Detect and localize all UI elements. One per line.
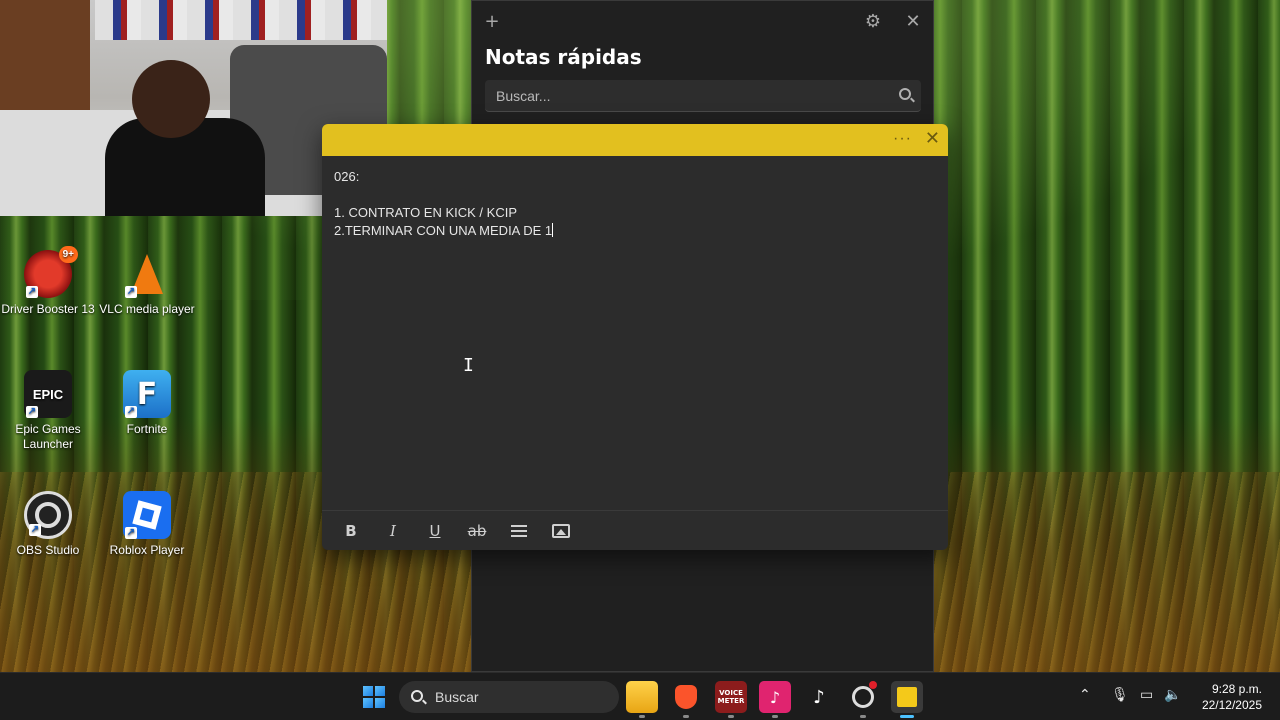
desktop-icon-epic-games[interactable]: EPIC ↗ Epic Games Launcher (0, 370, 96, 452)
vlc-cone-icon: ↗ (123, 250, 171, 298)
shortcut-arrow-icon: ↗ (125, 286, 137, 298)
obs-studio-icon: ↗ (24, 491, 72, 539)
sticky-notes-icon[interactable] (891, 681, 923, 718)
tiktok-icon[interactable]: ♪ (803, 681, 835, 713)
desktop-icon-label: VLC media player (99, 302, 195, 316)
webcam-shelf (95, 0, 387, 40)
taskbar-search-label: Buscar (435, 689, 479, 705)
clock[interactable]: 9:28 p.m. 22/12/2025 (1202, 681, 1262, 713)
taskbar: Buscar VOICE METER ♪ ♪ ⌃ 🎙 ▭ 🔈 9:28 p.m.… (0, 672, 1280, 720)
image-icon[interactable] (540, 515, 582, 547)
underline-icon[interactable]: U (414, 515, 456, 547)
note-header-bar[interactable]: ··· ✕ (322, 124, 948, 156)
chevron-up-icon[interactable]: ⌃ (1079, 687, 1091, 703)
note-text-area[interactable]: 026: 1. CONTRATO EN KICK / KCIP 2.TERMIN… (334, 168, 554, 240)
desktop-icon-fortnite[interactable]: F ↗ Fortnite (99, 370, 195, 437)
windows-start-icon[interactable] (358, 681, 390, 713)
close-icon[interactable]: ✕ (925, 128, 940, 149)
fortnite-logo-letter: F (136, 376, 158, 412)
file-explorer-icon[interactable] (626, 681, 658, 718)
bold-icon[interactable]: B (330, 515, 372, 547)
shortcut-arrow-icon: ↗ (29, 524, 41, 536)
fortnite-icon: F ↗ (123, 370, 171, 418)
sticky-note-editor[interactable]: ··· ✕ 026: 1. CONTRATO EN KICK / KCIP 2.… (322, 124, 948, 550)
taskbar-search-box[interactable]: Buscar (399, 681, 619, 713)
plus-icon[interactable]: + (480, 9, 504, 33)
webcam-door (0, 0, 90, 110)
roblox-icon: ↗ (123, 491, 171, 539)
desktop-icon-label: Roblox Player (109, 543, 185, 557)
voicemeeter-icon[interactable]: VOICE METER (715, 681, 747, 718)
epic-games-logo-text: EPIC (32, 386, 64, 402)
shortcut-arrow-icon: ↗ (125, 527, 137, 539)
desktop-icon-roblox[interactable]: ↗ Roblox Player (99, 491, 195, 558)
more-options-icon[interactable]: ··· (893, 130, 912, 148)
volume-icon[interactable]: 🔈 (1164, 687, 1181, 703)
note-line (334, 186, 553, 204)
voicemeeter-logo-text: VOICE METER (717, 689, 745, 705)
webcam-person-head (132, 60, 210, 138)
notes-search-input[interactable]: Buscar... (485, 80, 921, 112)
notes-list-title: Notas rápidas (485, 45, 642, 69)
notification-badge: 9+ (58, 246, 78, 263)
text-cursor-icon: I (463, 355, 474, 376)
obs-icon[interactable] (847, 681, 879, 718)
desktop-icon-label: Driver Booster 13 (1, 302, 95, 316)
shortcut-arrow-icon: ↗ (26, 406, 38, 418)
close-icon[interactable]: ✕ (901, 9, 925, 33)
search-icon (411, 690, 423, 702)
text-caret (552, 223, 554, 237)
search-icon[interactable] (899, 88, 911, 100)
clock-date: 22/12/2025 (1201, 698, 1262, 712)
driver-booster-icon: 9+ ↗ (24, 246, 78, 298)
clock-time: 9:28 p.m. (1211, 682, 1262, 696)
brave-icon[interactable] (670, 681, 702, 718)
format-toolbar: B I U ab (322, 510, 948, 550)
desktop-icon-obs[interactable]: ↗ OBS Studio (0, 491, 96, 558)
note-line: 1. CONTRATO EN KICK / KCIP (334, 205, 517, 220)
tiktok-live-icon[interactable]: ♪ (759, 681, 791, 718)
epic-games-icon: EPIC ↗ (24, 370, 72, 418)
list-icon[interactable] (498, 515, 540, 547)
italic-icon[interactable]: I (372, 515, 414, 547)
desktop-icon-vlc[interactable]: ↗ VLC media player (99, 250, 195, 317)
note-line: 026: (334, 169, 360, 184)
strikethrough-icon[interactable]: ab (456, 515, 498, 547)
shortcut-arrow-icon: ↗ (26, 286, 38, 298)
microphone-icon[interactable]: 🎙 (1111, 687, 1129, 703)
network-icon[interactable]: ▭ (1140, 687, 1153, 703)
gear-icon[interactable]: ⚙ (861, 9, 885, 33)
desktop-icon-driver-booster[interactable]: 9+ ↗ Driver Booster 13 (0, 246, 96, 317)
desktop-icon-label: OBS Studio (16, 543, 80, 557)
desktop-icon-label: Epic Games Launcher (15, 422, 81, 451)
search-placeholder: Buscar... (496, 87, 551, 104)
note-line: 2.TERMINAR CON UNA MEDIA DE 1 (334, 223, 553, 238)
shortcut-arrow-icon: ↗ (125, 406, 137, 418)
desktop-icon-label: Fortnite (126, 422, 168, 436)
